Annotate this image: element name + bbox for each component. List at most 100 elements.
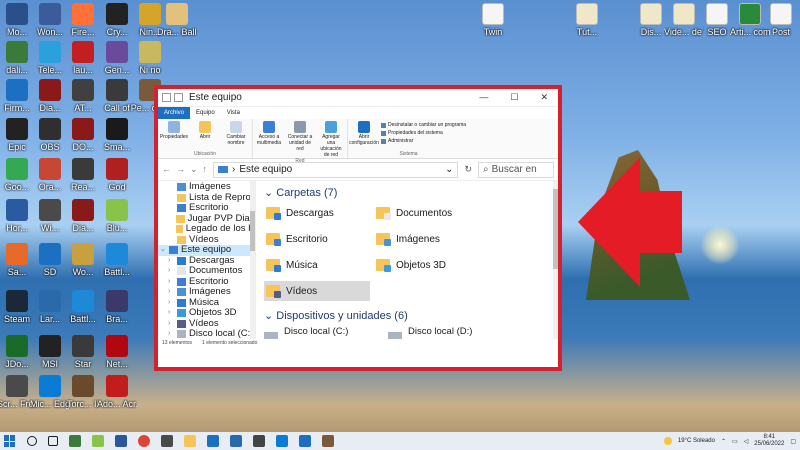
nav-item[interactable]: Legado de los H <box>158 223 255 235</box>
add-network-location-button[interactable]: Agregar una ubicación de red <box>318 121 344 158</box>
settings-icon[interactable] <box>161 435 173 447</box>
desktop-shortcut[interactable]: Battl... <box>66 290 100 324</box>
uninstall-program-link[interactable]: Desinstalar o cambiar un programa <box>381 121 466 129</box>
nav-item[interactable]: › Disco local (C:) <box>158 328 255 339</box>
desktop-shortcut[interactable]: SD <box>33 243 67 277</box>
manage-link[interactable]: Administrar <box>381 137 466 145</box>
nav-scrollbar[interactable] <box>250 181 255 339</box>
system-properties-link[interactable]: Propiedades del sistema <box>381 129 466 137</box>
clock[interactable]: 8:41 25/06/2022 <box>754 434 784 448</box>
properties-quick-icon[interactable] <box>174 93 183 102</box>
nav-item[interactable]: Escritorio <box>158 202 255 214</box>
recent-chevron-icon[interactable]: ⌄ <box>190 164 198 175</box>
forward-arrow-icon[interactable]: → <box>176 164 185 175</box>
desktop-shortcut[interactable]: Hor... <box>0 199 34 233</box>
back-arrow-icon[interactable]: ← <box>162 164 171 175</box>
properties-button[interactable]: Propiedades <box>160 121 188 146</box>
explorer-icon[interactable] <box>184 435 196 447</box>
expand-chevron-icon[interactable]: › <box>168 319 174 330</box>
nav-item[interactable]: › Objetos 3D <box>158 307 255 319</box>
desktop-shortcut[interactable]: Wo... <box>66 243 100 277</box>
desktop-shortcut[interactable]: Steam <box>0 290 34 324</box>
minimize-button[interactable]: — <box>479 92 488 103</box>
desktop-shortcut[interactable]: Ora... <box>33 158 67 192</box>
desktop-shortcut[interactable]: Sa... <box>0 243 34 277</box>
expand-chevron-icon[interactable]: ⌄ <box>160 245 166 256</box>
chrome-icon[interactable] <box>138 435 150 447</box>
tab-equipo[interactable]: Equipo <box>190 107 221 119</box>
desktop-shortcut[interactable]: Sma... <box>100 118 134 152</box>
desktop-shortcut[interactable]: Cry... <box>100 3 134 37</box>
windows-start-icon[interactable] <box>4 435 16 447</box>
desktop-shortcut[interactable]: MSI <box>33 335 67 369</box>
desktop-shortcut[interactable]: Bra... <box>100 290 134 324</box>
desktop-shortcut[interactable]: SEO <box>700 3 734 37</box>
desktop-shortcut[interactable]: Tele... <box>33 41 67 75</box>
desktop-shortcut[interactable]: DO... <box>66 118 100 152</box>
desktop-shortcut[interactable]: Wi... <box>33 199 67 233</box>
folder-item[interactable]: Descargas <box>264 203 370 223</box>
folder-item[interactable]: Imágenes <box>374 229 480 249</box>
desktop-shortcut[interactable]: Won... <box>33 3 67 37</box>
content-scrollbar[interactable] <box>553 181 558 339</box>
app-icon[interactable] <box>276 435 288 447</box>
app-icon[interactable] <box>299 435 311 447</box>
photos-icon[interactable] <box>207 435 219 447</box>
expand-chevron-icon[interactable]: › <box>168 266 174 277</box>
desktop-shortcut[interactable]: Star <box>66 335 100 369</box>
desktop-shortcut[interactable]: Ado... Acr... <box>97 375 137 409</box>
desktop-shortcut[interactable]: Call of <box>100 79 134 113</box>
desktop-shortcut[interactable]: Lar... <box>33 290 67 324</box>
content-scroll-thumb[interactable] <box>553 189 558 269</box>
refresh-icon[interactable]: ↻ <box>464 164 472 175</box>
desktop-shortcut[interactable]: Goo... <box>0 158 34 192</box>
desktop-shortcut[interactable]: Epic <box>0 118 34 152</box>
desktop-shortcut[interactable]: Battl... <box>100 243 134 277</box>
folder-item[interactable]: Música <box>264 255 370 275</box>
desktop-shortcut[interactable]: Firm... <box>0 79 34 113</box>
desktop-shortcut[interactable]: OBS <box>33 118 67 152</box>
tab-vista[interactable]: Vista <box>221 107 246 119</box>
nav-item[interactable]: ⌄ Este equipo <box>158 244 255 256</box>
app-icon[interactable] <box>322 435 334 447</box>
open-settings-button[interactable]: Abrir configuración <box>349 121 379 146</box>
volume-icon[interactable]: ◁ <box>744 438 749 445</box>
desktop-shortcut[interactable]: Dia... <box>33 79 67 113</box>
app-icon[interactable] <box>253 435 265 447</box>
search-icon[interactable] <box>27 436 37 446</box>
folder-item[interactable]: Escritorio <box>264 229 370 249</box>
desktop-shortcut[interactable]: Mic... Edge <box>30 375 70 409</box>
word-icon[interactable] <box>115 435 127 447</box>
weather-text[interactable]: 19°C Soleado <box>678 438 715 444</box>
desktop-shortcut[interactable]: Gen... <box>100 41 134 75</box>
network-icon[interactable]: ▭ <box>732 438 738 445</box>
drive-item[interactable]: Disco local (D:) <box>388 326 484 339</box>
desktop-shortcut[interactable]: Torc... II <box>66 375 100 409</box>
expand-chevron-icon[interactable]: › <box>168 329 174 339</box>
media-access-button[interactable]: Acceso a multimedia <box>256 121 282 158</box>
desktop-shortcut[interactable]: Dia... <box>66 199 100 233</box>
desktop-shortcut[interactable]: Blu... <box>100 199 134 233</box>
desktop-shortcut[interactable]: God <box>100 158 134 192</box>
desktop-shortcut[interactable]: Scr... Fro... <box>0 375 37 409</box>
tray-chevron-icon[interactable]: ⌃ <box>721 438 726 445</box>
desktop-shortcut[interactable]: Twin <box>476 3 510 37</box>
nav-item[interactable]: › Documentos <box>158 265 255 277</box>
desktop-shortcut[interactable]: AT... <box>66 79 100 113</box>
folder-item[interactable]: Documentos <box>374 203 480 223</box>
map-network-drive-button[interactable]: Conectar a unidad de red <box>287 121 313 158</box>
expand-chevron-icon[interactable]: › <box>168 287 174 298</box>
desktop-shortcut[interactable]: Dis... <box>634 3 668 37</box>
expand-chevron-icon[interactable]: › <box>168 256 174 267</box>
search-input[interactable]: ⌕ Buscar en <box>478 161 554 178</box>
desktop-shortcut[interactable]: JDo... <box>0 335 34 369</box>
desktop-shortcut[interactable]: Rea... <box>66 158 100 192</box>
folders-group-header[interactable]: ⌄ Carpetas (7) <box>264 186 550 199</box>
expand-chevron-icon[interactable]: › <box>168 308 174 319</box>
expand-chevron-icon[interactable]: › <box>168 277 174 288</box>
up-arrow-icon[interactable]: ↑ <box>203 164 208 175</box>
nav-item[interactable]: › Imágenes <box>158 286 255 298</box>
close-button[interactable]: ✕ <box>540 92 548 103</box>
desktop-shortcut[interactable]: Vide... de Y... <box>664 3 704 37</box>
desktop-shortcut[interactable]: lau... <box>66 41 100 75</box>
